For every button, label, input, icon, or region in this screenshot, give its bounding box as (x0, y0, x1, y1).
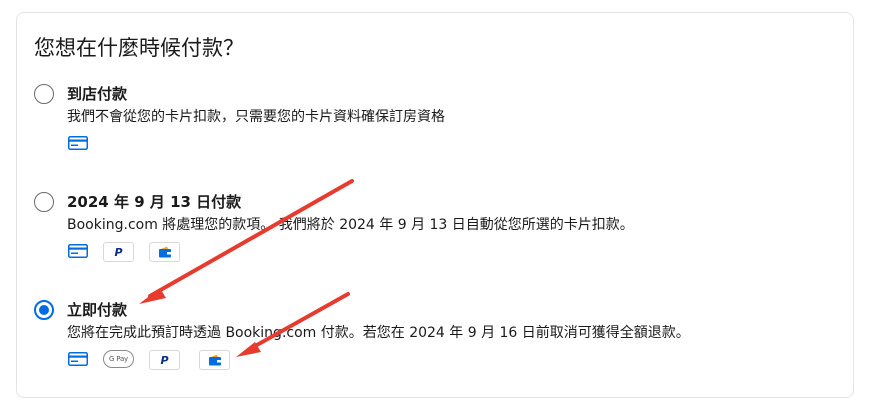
paypal-icon: P (103, 242, 134, 262)
google-pay-icon: G Pay (103, 350, 134, 368)
credit-card-icon (67, 350, 89, 368)
option-description: Booking.com 將處理您的款項。 我們將於 2024 年 9 月 13 … (67, 217, 634, 233)
wallet-icon (199, 350, 230, 370)
credit-card-icon (67, 134, 89, 152)
radio-pay-on-date[interactable] (34, 192, 54, 212)
section-title: 您想在什麼時候付款？ (34, 36, 244, 60)
credit-card-icon (67, 242, 89, 260)
wallet-icon (149, 242, 180, 262)
option-description: 我們不會從您的卡片扣款，只需要您的卡片資料確保訂房資格 (67, 109, 445, 125)
radio-pay-at-property[interactable] (34, 84, 54, 104)
paypal-icon: P (149, 350, 180, 370)
option-description: 您將在完成此預訂時透過 Booking.com 付款。若您在 2024 年 9 … (67, 325, 690, 341)
option-label: 立即付款 (67, 301, 128, 319)
option-label: 到店付款 (67, 85, 128, 103)
option-label: 2024 年 9 月 13 日付款 (67, 193, 242, 211)
radio-pay-now[interactable] (34, 300, 54, 320)
